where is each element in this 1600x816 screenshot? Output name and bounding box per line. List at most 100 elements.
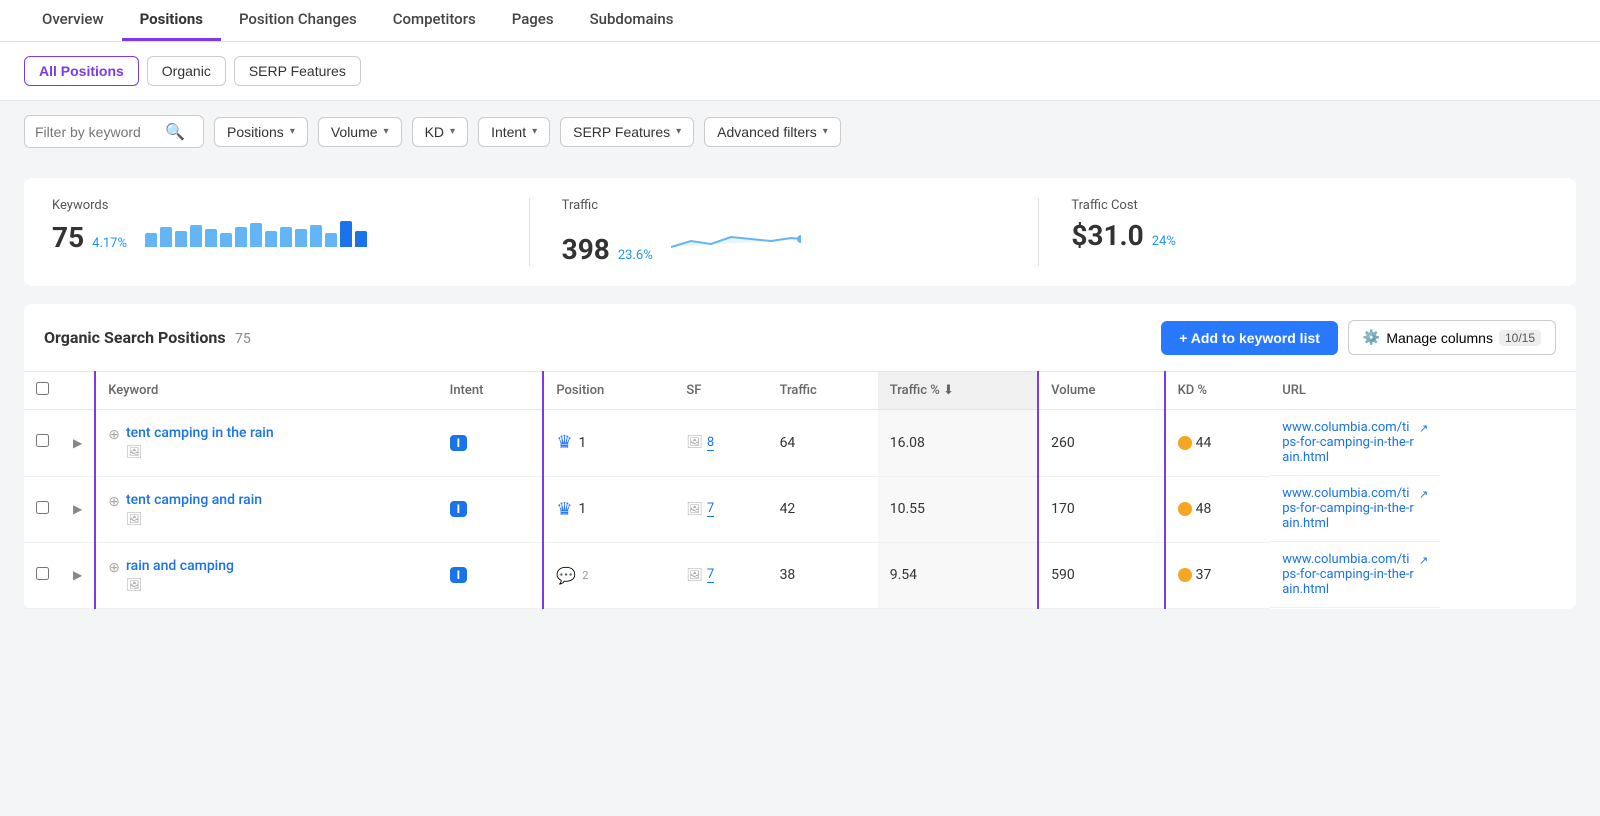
kd-col-header[interactable]: KD % [1165, 372, 1271, 410]
table-row: ▶ ⊕ rain and camping 🖼 [24, 542, 1576, 608]
traffic-cell-3: 38 [768, 542, 878, 608]
traffic-cell-2: 42 [768, 476, 878, 542]
table-section: Organic Search Positions 75 + Add to key… [24, 304, 1576, 609]
subtabs: All Positions Organic SERP Features [0, 42, 1600, 101]
row-checkbox-2[interactable] [36, 501, 49, 514]
traffic-cell-1: 64 [768, 410, 878, 477]
keywords-change: 4.17% [92, 236, 127, 251]
crown-icon-1: ♛ [556, 432, 572, 453]
url-cell-2[interactable]: www.columbia.com/tips-for-camping-in-the… [1270, 476, 1440, 542]
image-sf-icon-3: 🖼 [686, 568, 703, 583]
table-row: ▶ ⊕ tent camping in the rain 🖼 [24, 410, 1576, 477]
table-title: Organic Search Positions [44, 328, 226, 347]
keyword-text-2[interactable]: tent camping and rain [126, 492, 262, 508]
add-to-keyword-list-button[interactable]: + Add to keyword list [1161, 321, 1338, 355]
add-keyword-icon-2[interactable]: ⊕ [108, 494, 120, 510]
tab-pages[interactable]: Pages [494, 0, 572, 41]
select-all-checkbox[interactable] [36, 382, 49, 395]
subtab-serp-features[interactable]: SERP Features [234, 56, 361, 86]
kd-dropdown[interactable]: KD ▾ [412, 117, 468, 147]
external-link-icon-2[interactable]: ↗ [1419, 488, 1428, 501]
select-all-header[interactable] [24, 372, 61, 410]
kd-cell-2: 48 [1165, 476, 1271, 542]
traffic-pct-cell-3: 9.54 [878, 542, 1038, 608]
keyword-filter-input[interactable] [35, 124, 165, 140]
add-keyword-icon-1[interactable]: ⊕ [108, 427, 120, 443]
traffic-pct-cell-2: 10.55 [878, 476, 1038, 542]
intent-badge-3: I [450, 567, 468, 583]
tab-overview[interactable]: Overview [24, 0, 122, 41]
keyword-text-1[interactable]: tent camping in the rain [126, 425, 274, 441]
keyword-col-header[interactable]: Keyword [95, 372, 437, 410]
traffic-label: Traffic [562, 198, 1007, 213]
sf-num-1[interactable]: 8 [707, 435, 714, 451]
manage-columns-button[interactable]: ⚙️ Manage columns 10/15 [1348, 320, 1556, 355]
external-link-icon-1[interactable]: ↗ [1419, 422, 1428, 435]
traffic-value: 398 [562, 233, 610, 266]
advanced-filters-dropdown[interactable]: Advanced filters ▾ [704, 117, 841, 147]
sf-col-header[interactable]: SF [674, 372, 767, 410]
position-value-2: 1 [578, 501, 586, 517]
expander-header [61, 372, 95, 410]
traffic-pct-col-header[interactable]: Traffic % ⬇ [878, 372, 1038, 410]
filter-bar: 🔍 Positions ▾ Volume ▾ KD ▾ Intent ▾ SER… [0, 101, 1600, 162]
external-link-icon-3[interactable]: ↗ [1419, 554, 1428, 567]
row-expander-3[interactable]: ▶ [73, 568, 82, 582]
traffic-cost-label: Traffic Cost [1071, 198, 1516, 213]
sort-icon: ⬇ [943, 383, 954, 398]
kd-cell-3: 37 [1165, 542, 1271, 608]
table-count: 75 [235, 331, 251, 347]
sf-num-3[interactable]: 7 [707, 567, 714, 583]
keywords-barchart [145, 219, 367, 247]
keyword-filter-input-wrap[interactable]: 🔍 [24, 115, 204, 148]
position-col-header[interactable]: Position [543, 372, 674, 410]
keyword-cell-3: ⊕ rain and camping 🖼 [95, 542, 437, 608]
tab-subdomains[interactable]: Subdomains [572, 0, 692, 41]
intent-cell-2: I [438, 476, 544, 542]
url-cell-3[interactable]: www.columbia.com/tips-for-camping-in-the… [1270, 542, 1440, 608]
row-expander-2[interactable]: ▶ [73, 502, 82, 516]
volume-cell-3: 590 [1038, 542, 1164, 608]
image-sf-icon-2: 🖼 [686, 502, 703, 517]
position-cell-2: ♛ 1 [543, 476, 674, 542]
volume-dropdown[interactable]: Volume ▾ [318, 117, 402, 147]
kd-dot-3 [1178, 568, 1192, 582]
sf-cell-2: 🖼 7 [674, 476, 767, 542]
sf-cell-3: 🖼 7 [674, 542, 767, 608]
url-cell-1[interactable]: www.columbia.com/tips-for-camping-in-the… [1270, 410, 1440, 476]
keywords-label: Keywords [52, 198, 497, 213]
volume-col-header[interactable]: Volume [1038, 372, 1164, 410]
gear-icon: ⚙️ [1363, 329, 1380, 346]
traffic-col-header[interactable]: Traffic [768, 372, 878, 410]
positions-table: Keyword Intent Position SF Traffic Traff… [24, 371, 1576, 609]
position-cell-3: 💬 2 [543, 542, 674, 608]
crown-icon-2: ♛ [556, 499, 572, 520]
tab-position-changes[interactable]: Position Changes [221, 0, 375, 41]
row-checkbox-1[interactable] [36, 434, 49, 447]
table-actions: + Add to keyword list ⚙️ Manage columns … [1161, 320, 1556, 355]
tab-positions[interactable]: Positions [122, 0, 221, 41]
add-keyword-icon-3[interactable]: ⊕ [108, 560, 120, 576]
traffic-change: 23.6% [618, 248, 653, 263]
kd-cell-1: 44 [1165, 410, 1271, 477]
subtab-all-positions[interactable]: All Positions [24, 56, 139, 86]
intent-badge-2: I [450, 501, 468, 517]
image-sf-icon-1: 🖼 [686, 435, 703, 450]
serp-features-dropdown[interactable]: SERP Features ▾ [560, 117, 694, 147]
position-cell-1: ♛ 1 [543, 410, 674, 477]
subtab-organic[interactable]: Organic [147, 56, 226, 86]
volume-cell-2: 170 [1038, 476, 1164, 542]
tab-competitors[interactable]: Competitors [375, 0, 494, 41]
row-expander-1[interactable]: ▶ [73, 436, 82, 450]
intent-col-header[interactable]: Intent [438, 372, 544, 410]
position-value-1: 1 [578, 435, 586, 451]
traffic-cost-stat: Traffic Cost $31.0 24% [1038, 198, 1548, 266]
keyword-text-3[interactable]: rain and camping [126, 558, 234, 574]
intent-dropdown[interactable]: Intent ▾ [478, 117, 550, 147]
sf-num-2[interactable]: 7 [707, 501, 714, 517]
image-icon-1: 🖼 [126, 445, 143, 460]
traffic-stat: Traffic 398 23.6% [529, 198, 1039, 266]
positions-dropdown[interactable]: Positions ▾ [214, 117, 308, 147]
url-col-header[interactable]: URL [1270, 372, 1576, 410]
row-checkbox-3[interactable] [36, 567, 49, 580]
